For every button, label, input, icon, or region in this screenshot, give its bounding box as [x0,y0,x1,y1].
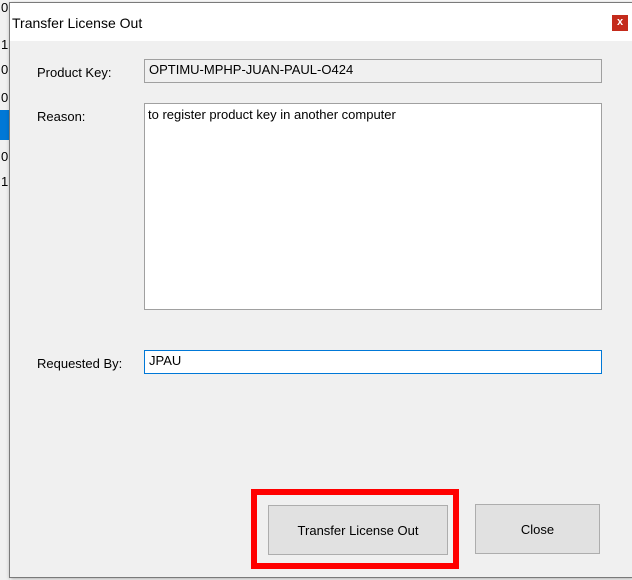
product-key-label: Product Key: [37,65,112,80]
close-button[interactable]: Close [475,504,600,554]
requested-by-label: Requested By: [37,356,123,371]
dialog-title: Transfer License Out [12,15,143,31]
product-key-field[interactable]: OPTIMU-MPHP-JUAN-PAUL-O424 [144,59,602,83]
reason-textarea[interactable]: to register product key in another compu… [144,103,602,310]
requested-by-input[interactable]: JPAU [144,350,602,374]
highlight-annotation [251,489,459,569]
reason-label: Reason: [37,109,86,124]
title-bar[interactable]: Transfer License Out x [10,3,632,41]
close-window-icon[interactable]: x [612,15,628,31]
